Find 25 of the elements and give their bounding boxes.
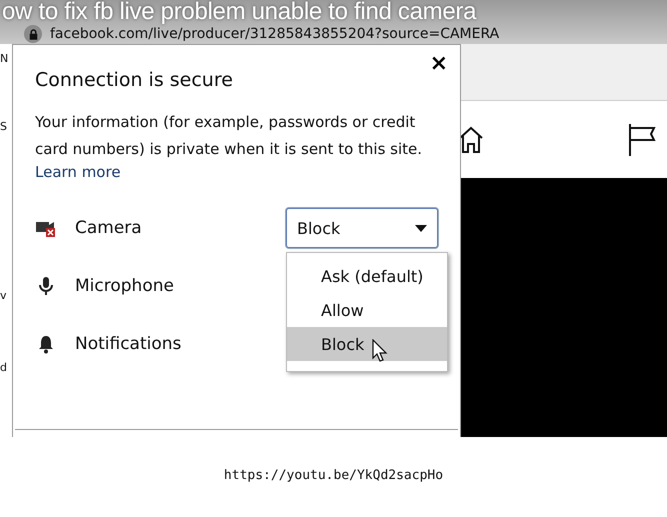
dropdown-option[interactable]: Block bbox=[287, 327, 447, 361]
permission-select[interactable]: Block bbox=[286, 208, 438, 248]
flag-icon[interactable] bbox=[627, 122, 657, 158]
home-icon[interactable] bbox=[458, 124, 484, 154]
lock-icon bbox=[28, 28, 38, 40]
page-text: v bbox=[0, 289, 7, 303]
permission-label: Microphone bbox=[75, 276, 174, 296]
video-title-overlay: ow to fix fb live problem unable to find camera bbox=[1, 0, 476, 24]
address-url[interactable]: facebook.com/live/producer/31285843855204?source=CAMERA bbox=[50, 26, 500, 42]
page-text: d bbox=[0, 361, 7, 375]
page-text: N bbox=[0, 52, 8, 66]
security-message: Your information (for example, passwords or credit card numbers) is private when it is sent to this site. bbox=[35, 112, 424, 160]
blocked-camera-icon bbox=[35, 219, 57, 237]
permission-label: Notifications bbox=[75, 334, 182, 354]
permission-label: Camera bbox=[75, 218, 142, 238]
popup-title: Connection is secure bbox=[35, 69, 234, 91]
caret-icon bbox=[415, 224, 427, 232]
video-link[interactable]: https://youtu.be/YkQd2sacpHo bbox=[224, 468, 444, 482]
dropdown-option[interactable]: Allow bbox=[287, 293, 447, 327]
cursor-icon bbox=[372, 339, 388, 363]
page-text: S bbox=[0, 120, 7, 134]
dropdown-option[interactable]: Ask (default) bbox=[287, 259, 447, 293]
lock-button[interactable] bbox=[24, 25, 42, 43]
close-button[interactable]: × bbox=[430, 53, 448, 75]
learn-more-link[interactable]: Learn more bbox=[35, 163, 121, 181]
